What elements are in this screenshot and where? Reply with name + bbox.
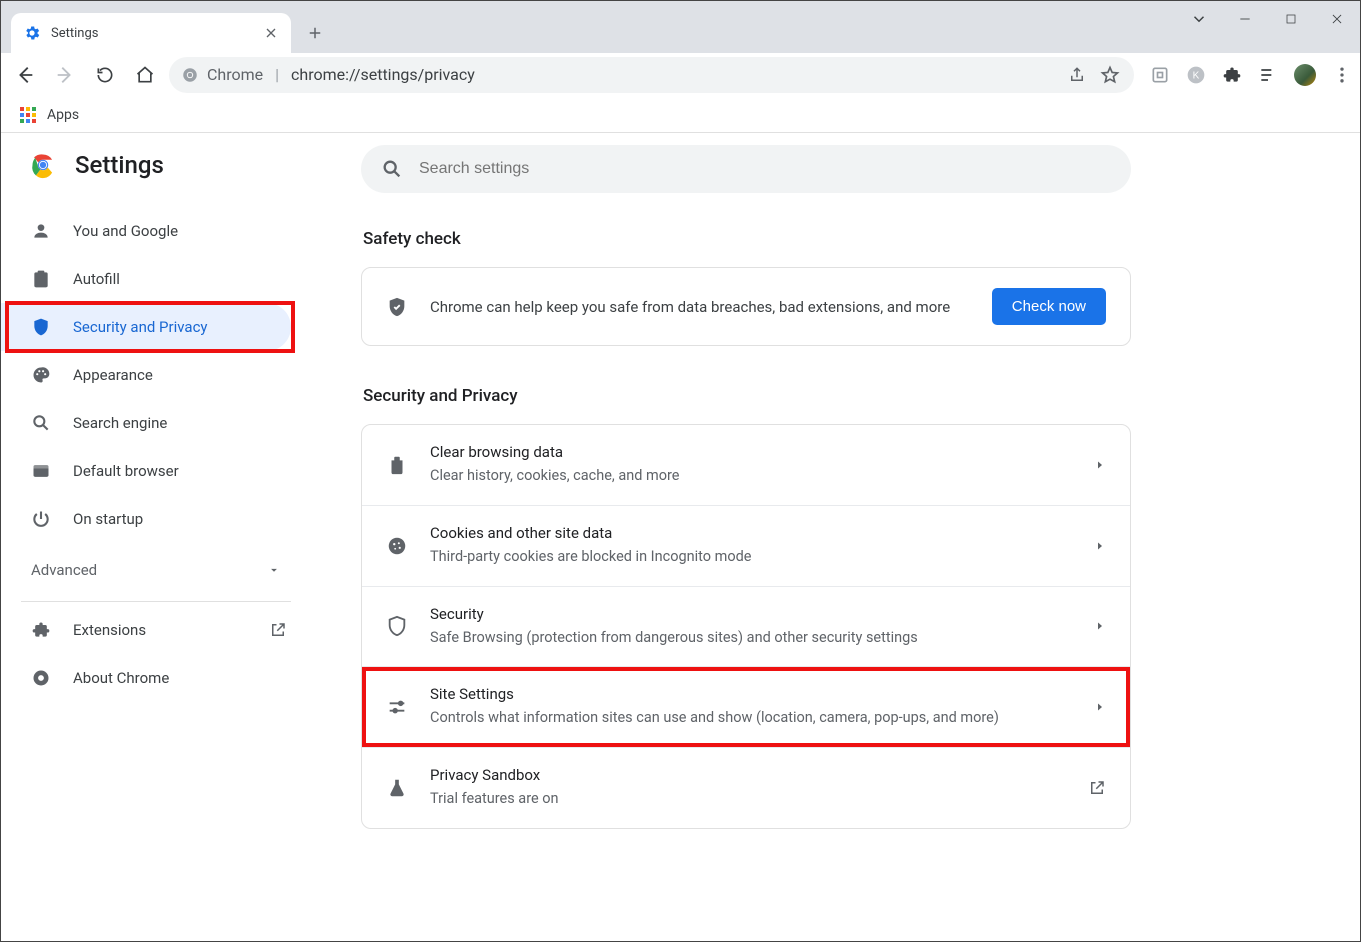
shield-check-icon bbox=[386, 296, 408, 318]
sidebar-advanced-toggle[interactable]: Advanced bbox=[1, 543, 311, 597]
address-bar[interactable]: Chrome | chrome://settings/privacy bbox=[169, 57, 1134, 93]
section-title-privacy: Security and Privacy bbox=[363, 386, 1131, 406]
window-maximize-button[interactable] bbox=[1268, 1, 1314, 37]
settings-search[interactable] bbox=[361, 145, 1131, 193]
row-cookies[interactable]: Cookies and other site data Third-party … bbox=[362, 505, 1130, 586]
browser-titlebar: Settings bbox=[1, 1, 1360, 53]
chevron-right-icon bbox=[1094, 540, 1106, 552]
palette-icon bbox=[31, 365, 51, 385]
sidebar-about-chrome[interactable]: About Chrome bbox=[1, 654, 311, 702]
star-bookmark-icon[interactable] bbox=[1100, 65, 1120, 85]
settings-search-input[interactable] bbox=[419, 160, 1111, 178]
trash-icon bbox=[386, 454, 408, 476]
search-icon bbox=[381, 158, 403, 180]
sidebar-item-autofill[interactable]: Autofill bbox=[1, 255, 291, 303]
bookmarks-bar: Apps bbox=[1, 97, 1360, 133]
back-button[interactable] bbox=[9, 59, 41, 91]
settings-gear-icon bbox=[23, 24, 41, 42]
forward-button[interactable] bbox=[49, 59, 81, 91]
new-tab-button[interactable] bbox=[301, 19, 329, 47]
sliders-icon bbox=[386, 696, 408, 718]
window-close-button[interactable] bbox=[1314, 1, 1360, 37]
sidebar-item-on-startup[interactable]: On startup bbox=[1, 495, 291, 543]
window-minimize-button[interactable] bbox=[1222, 1, 1268, 37]
apps-bookmark-link[interactable]: Apps bbox=[47, 107, 79, 123]
sidebar-item-search-engine[interactable]: Search engine bbox=[1, 399, 291, 447]
cookie-icon bbox=[386, 535, 408, 557]
privacy-card: Clear browsing data Clear history, cooki… bbox=[361, 424, 1131, 829]
sidebar-item-default-browser[interactable]: Default browser bbox=[1, 447, 291, 495]
safety-check-card: Chrome can help keep you safe from data … bbox=[361, 267, 1131, 346]
browser-toolbar: Chrome | chrome://settings/privacy K bbox=[1, 53, 1360, 97]
settings-header: Settings bbox=[75, 151, 164, 179]
sidebar-extensions-link[interactable]: Extensions bbox=[1, 606, 311, 654]
chevron-right-icon bbox=[1094, 701, 1106, 713]
tab-search-chevron-icon[interactable] bbox=[1176, 1, 1222, 37]
kebab-menu-icon[interactable] bbox=[1332, 65, 1352, 85]
chevron-right-icon bbox=[1094, 620, 1106, 632]
sidebar-item-you-and-google[interactable]: You and Google bbox=[1, 207, 291, 255]
settings-sidebar: Settings You and Google Autofill Securit… bbox=[1, 133, 311, 941]
omnibox-chip: Chrome bbox=[207, 65, 263, 84]
power-icon bbox=[31, 509, 51, 529]
reload-button[interactable] bbox=[89, 59, 121, 91]
site-chrome-icon bbox=[181, 66, 199, 84]
home-button[interactable] bbox=[129, 59, 161, 91]
sidebar-item-security-privacy[interactable]: Security and Privacy bbox=[1, 303, 291, 351]
extension-k-icon[interactable]: K bbox=[1186, 65, 1206, 85]
profile-avatar[interactable] bbox=[1294, 64, 1316, 86]
row-privacy-sandbox[interactable]: Privacy Sandbox Trial features are on bbox=[362, 747, 1130, 828]
caret-down-icon bbox=[267, 563, 281, 577]
section-title-safety: Safety check bbox=[363, 229, 1131, 249]
shield-outline-icon bbox=[386, 615, 408, 637]
window-controls bbox=[1176, 1, 1360, 37]
omnibox-url: chrome://settings/privacy bbox=[291, 65, 1060, 84]
svg-text:K: K bbox=[1193, 70, 1200, 81]
row-site-settings[interactable]: Site Settings Controls what information … bbox=[362, 666, 1130, 747]
shield-icon bbox=[31, 317, 51, 337]
close-tab-icon[interactable] bbox=[263, 25, 279, 41]
open-external-icon bbox=[1088, 779, 1106, 797]
clipboard-icon bbox=[31, 269, 51, 289]
extensions-puzzle-icon[interactable] bbox=[1222, 65, 1242, 85]
settings-main: Safety check Chrome can help keep you sa… bbox=[311, 133, 1191, 941]
flask-icon bbox=[386, 777, 408, 799]
open-external-icon bbox=[269, 621, 287, 639]
person-icon bbox=[31, 221, 51, 241]
reading-list-icon[interactable] bbox=[1258, 65, 1278, 85]
chevron-right-icon bbox=[1094, 459, 1106, 471]
safety-check-text: Chrome can help keep you safe from data … bbox=[430, 298, 970, 316]
chrome-outline-icon bbox=[31, 668, 51, 688]
tab-title: Settings bbox=[51, 26, 263, 41]
extension-box-icon[interactable] bbox=[1150, 65, 1170, 85]
chrome-logo-icon bbox=[29, 151, 57, 179]
browser-window-icon bbox=[31, 461, 51, 481]
row-clear-browsing-data[interactable]: Clear browsing data Clear history, cooki… bbox=[362, 425, 1130, 505]
search-icon bbox=[31, 413, 51, 433]
browser-tab[interactable]: Settings bbox=[11, 13, 291, 53]
sidebar-item-appearance[interactable]: Appearance bbox=[1, 351, 291, 399]
check-now-button[interactable]: Check now bbox=[992, 288, 1106, 325]
puzzle-icon bbox=[31, 620, 51, 640]
share-icon[interactable] bbox=[1068, 66, 1086, 84]
row-security[interactable]: Security Safe Browsing (protection from … bbox=[362, 586, 1130, 667]
apps-grid-icon[interactable] bbox=[19, 106, 37, 124]
